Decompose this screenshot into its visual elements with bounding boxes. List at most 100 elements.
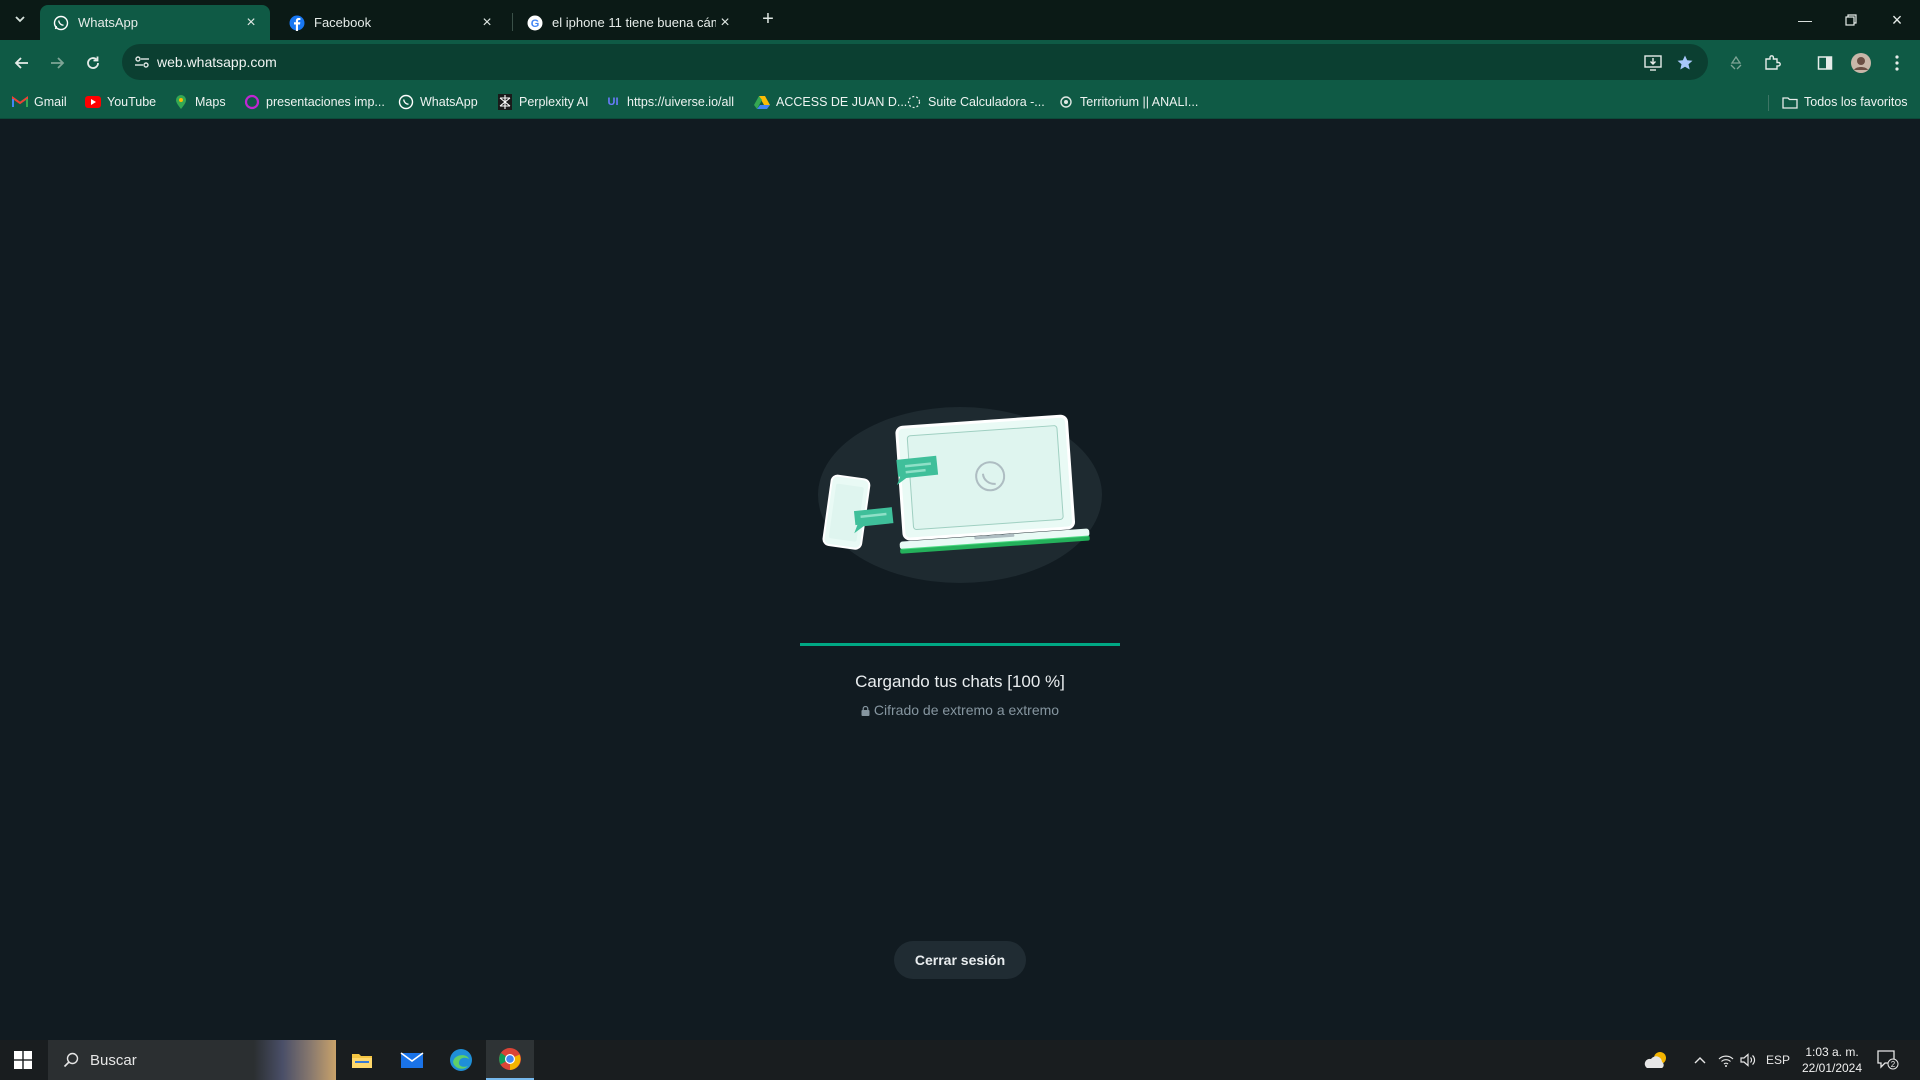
bookmark-maps[interactable]: Maps bbox=[173, 92, 226, 112]
url-text: web.whatsapp.com bbox=[157, 54, 277, 70]
tab-search-chevron-icon[interactable] bbox=[9, 8, 31, 30]
territorium-icon bbox=[1058, 94, 1074, 110]
bookmark-label: Suite Calculadora -... bbox=[928, 95, 1045, 109]
svg-text:G: G bbox=[530, 18, 539, 30]
all-bookmarks-button[interactable]: Todos los favoritos bbox=[1782, 92, 1908, 112]
bookmarks-bar: Gmail YouTube Maps presentaciones imp...… bbox=[0, 85, 1920, 119]
bookmark-perplexity[interactable]: Perplexity AI bbox=[497, 92, 588, 112]
chrome-icon[interactable] bbox=[486, 1040, 534, 1080]
close-tab-icon[interactable]: × bbox=[242, 14, 260, 32]
mail-icon[interactable] bbox=[388, 1040, 436, 1080]
loading-status-text: Cargando tus chats [100 %] bbox=[855, 672, 1065, 691]
devices-illustration bbox=[818, 407, 1102, 583]
bookmark-presentaciones[interactable]: presentaciones imp... bbox=[244, 92, 385, 112]
loading-icon bbox=[906, 94, 922, 110]
close-window-button[interactable]: × bbox=[1874, 0, 1920, 40]
logout-button[interactable]: Cerrar sesión bbox=[894, 941, 1026, 979]
whatsapp-icon bbox=[52, 14, 69, 31]
windows-logo-icon bbox=[14, 1051, 32, 1069]
tab-google-search[interactable]: G el iphone 11 tiene buena cámar × bbox=[514, 5, 744, 40]
extension-recycle-icon[interactable] bbox=[1723, 50, 1749, 76]
forward-button[interactable] bbox=[44, 50, 70, 76]
encryption-note: Cifrado de extremo a extremo bbox=[0, 702, 1920, 718]
bookmark-whatsapp[interactable]: WhatsApp bbox=[398, 92, 478, 112]
tab-strip: WhatsApp × Facebook × G el iphone 11 tie… bbox=[0, 0, 1920, 40]
notification-count: 2 bbox=[1891, 1060, 1896, 1069]
edge-icon[interactable] bbox=[437, 1040, 485, 1080]
system-clock[interactable]: 1:03 a. m. 22/01/2024 bbox=[1796, 1044, 1868, 1076]
tab-title: el iphone 11 tiene buena cámar bbox=[552, 15, 716, 30]
weather-icon[interactable] bbox=[1642, 1050, 1670, 1070]
tab-title: WhatsApp bbox=[78, 15, 138, 30]
address-bar[interactable]: web.whatsapp.com bbox=[122, 44, 1708, 80]
bookmarks-separator bbox=[1768, 95, 1769, 111]
extensions-puzzle-icon[interactable] bbox=[1759, 50, 1785, 76]
encryption-text: Cifrado de extremo a extremo bbox=[873, 702, 1060, 718]
bookmark-label: Perplexity AI bbox=[519, 95, 589, 109]
bookmark-star-icon[interactable] bbox=[1674, 52, 1696, 74]
side-panel-icon[interactable] bbox=[1812, 50, 1838, 76]
loading-progress-bar bbox=[800, 643, 1120, 646]
bookmark-label: https://uiverse.io/all bbox=[627, 95, 734, 109]
gmail-icon bbox=[12, 94, 28, 110]
notification-center-icon[interactable]: 2 bbox=[1876, 1048, 1900, 1072]
bookmark-label: Territorium || ANALI... bbox=[1080, 95, 1199, 109]
restore-button[interactable] bbox=[1828, 0, 1874, 40]
network-icon[interactable] bbox=[1716, 1050, 1736, 1070]
bookmark-label: Maps bbox=[195, 95, 226, 109]
tab-separator bbox=[512, 13, 513, 31]
back-button[interactable] bbox=[9, 50, 35, 76]
volume-icon[interactable] bbox=[1738, 1050, 1758, 1070]
facebook-icon bbox=[288, 14, 305, 31]
language-indicator[interactable]: ESP bbox=[1764, 1050, 1792, 1070]
bookmark-suite-calculadora[interactable]: Suite Calculadora -... bbox=[906, 92, 1045, 112]
lock-icon bbox=[861, 706, 870, 716]
youtube-icon bbox=[85, 94, 101, 110]
folder-icon bbox=[1782, 94, 1798, 110]
bookmark-territorium[interactable]: Territorium || ANALI... bbox=[1058, 92, 1198, 112]
arrow-left-icon bbox=[14, 57, 28, 69]
all-bookmarks-label: Todos los favoritos bbox=[1804, 95, 1908, 109]
close-tab-icon[interactable]: × bbox=[716, 14, 734, 32]
new-tab-button[interactable]: + bbox=[757, 8, 779, 30]
bookmark-label: Gmail bbox=[34, 95, 67, 109]
maps-icon bbox=[173, 94, 189, 110]
bookmark-label: presentaciones imp... bbox=[266, 95, 385, 109]
close-tab-icon[interactable]: × bbox=[478, 14, 496, 32]
bookmark-access[interactable]: ACCESS DE JUAN D... bbox=[754, 92, 907, 112]
windows-taskbar: Buscar ESP 1:03 a. m. 22/01/2024 2 bbox=[0, 1040, 1920, 1080]
circle-icon bbox=[244, 94, 260, 110]
taskbar-search-box[interactable]: Buscar bbox=[48, 1040, 336, 1080]
bookmark-uiverse[interactable]: UI https://uiverse.io/all bbox=[605, 92, 735, 112]
site-info-icon[interactable] bbox=[132, 52, 152, 72]
clock-date: 22/01/2024 bbox=[1801, 1061, 1863, 1075]
bookmark-gmail[interactable]: Gmail bbox=[12, 92, 67, 112]
file-explorer-icon[interactable] bbox=[338, 1040, 386, 1080]
reload-button[interactable] bbox=[80, 50, 106, 76]
perplexity-icon bbox=[497, 94, 513, 110]
bookmark-label: WhatsApp bbox=[420, 95, 478, 109]
drive-icon bbox=[754, 94, 770, 110]
minimize-button[interactable]: — bbox=[1782, 0, 1828, 40]
restore-icon bbox=[1845, 14, 1857, 26]
whatsapp-icon bbox=[398, 94, 414, 110]
profile-avatar[interactable] bbox=[1848, 50, 1874, 76]
clock-time: 1:03 a. m. bbox=[1805, 1045, 1859, 1059]
tab-whatsapp[interactable]: WhatsApp × bbox=[40, 5, 270, 40]
install-app-icon[interactable] bbox=[1642, 52, 1664, 74]
search-highlight-image bbox=[254, 1040, 336, 1080]
bookmark-label: YouTube bbox=[107, 95, 157, 109]
arrow-right-icon bbox=[51, 57, 65, 69]
uiverse-icon: UI bbox=[607, 96, 619, 108]
show-hidden-icons-chevron-icon[interactable] bbox=[1690, 1050, 1710, 1070]
browser-toolbar: web.whatsapp.com bbox=[0, 40, 1920, 85]
tab-facebook[interactable]: Facebook × bbox=[276, 5, 506, 40]
browser-menu-icon[interactable] bbox=[1884, 50, 1910, 76]
bookmark-youtube[interactable]: YouTube bbox=[85, 92, 156, 112]
google-icon: G bbox=[526, 14, 543, 31]
start-button[interactable] bbox=[0, 1040, 46, 1080]
reload-icon bbox=[87, 56, 99, 69]
loading-progress-fill bbox=[800, 643, 1120, 646]
search-placeholder: Buscar bbox=[90, 1051, 137, 1069]
bookmark-label: ACCESS DE JUAN D... bbox=[776, 95, 908, 109]
